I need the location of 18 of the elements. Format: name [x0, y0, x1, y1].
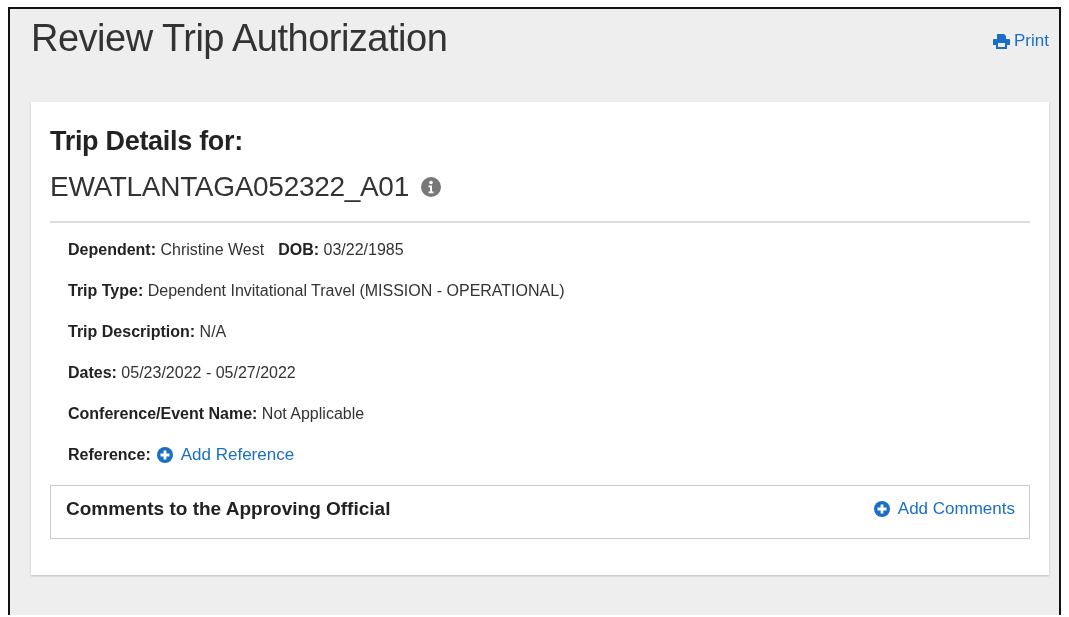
comments-title: Comments to the Approving Official	[66, 498, 391, 520]
detail-text: DOB: 03/22/1985	[278, 240, 404, 259]
section-heading: Trip Details for:	[50, 126, 244, 157]
detail-label: Reference:	[68, 445, 151, 464]
add-comments-link[interactable]: Add Comments	[873, 499, 1015, 519]
page-title: Review Trip Authorization	[31, 17, 448, 60]
info-icon[interactable]	[420, 177, 441, 197]
print-link[interactable]: Print	[993, 31, 1049, 51]
add-reference-link[interactable]: Add Reference	[156, 444, 295, 465]
trip-id: EWATLANTAGA052322_A01	[50, 171, 409, 203]
printer-icon	[993, 33, 1011, 49]
detail-text: Dates: 05/23/2022 - 05/27/2022	[68, 363, 296, 382]
detail-text: Trip Description: N/A	[68, 322, 227, 341]
detail-text: Dependent: Christine West	[68, 240, 265, 259]
detail-text: Trip Type: Dependent Invitational Travel (MISSION - OPERATIONAL)	[68, 281, 565, 300]
plus-circle-icon	[873, 501, 890, 517]
detail-text: Conference/Event Name: Not Applicable	[68, 404, 365, 423]
plus-circle-icon	[156, 446, 173, 463]
